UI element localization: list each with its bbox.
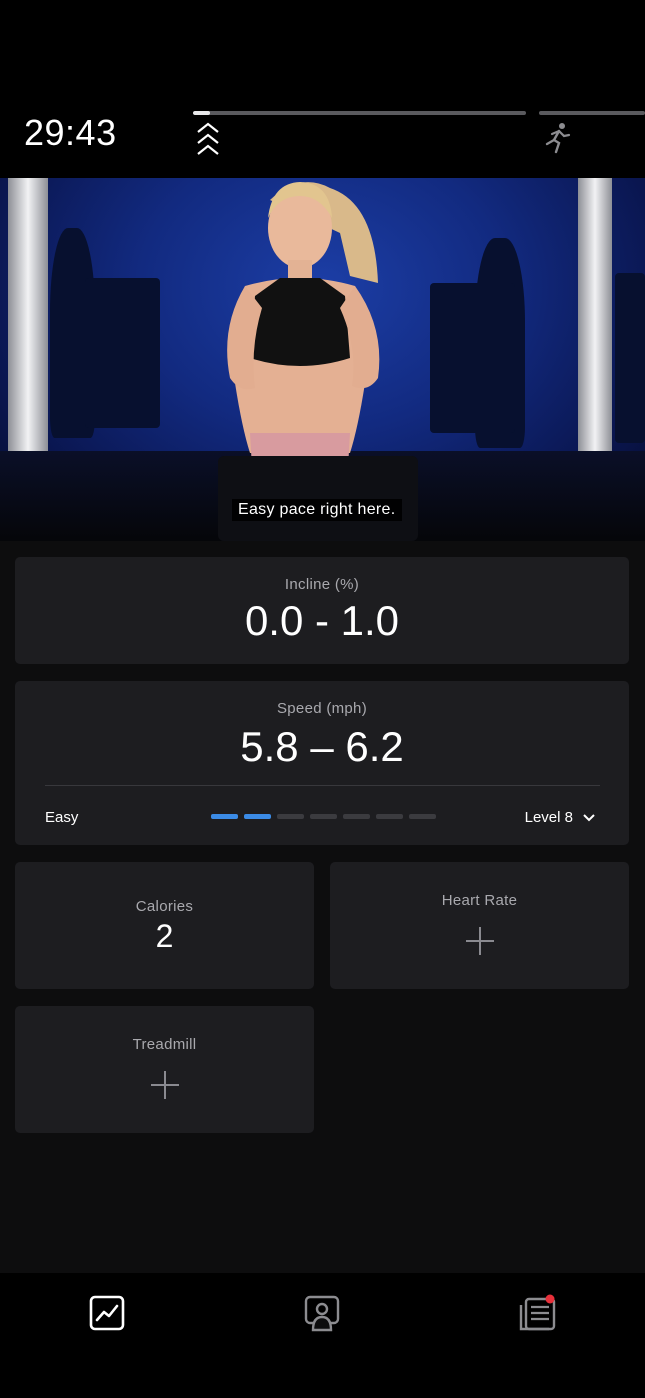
- treadmill-card[interactable]: Treadmill: [15, 1006, 314, 1133]
- difficulty-meter: [211, 814, 436, 819]
- level-selector[interactable]: Level 8: [525, 809, 595, 826]
- instructor-view-icon[interactable]: [302, 1293, 342, 1333]
- difficulty-segment: [244, 814, 271, 819]
- running-icon: [545, 123, 571, 154]
- level-label: Level 8: [524, 809, 573, 826]
- speed-label: Speed (mph): [276, 700, 367, 717]
- background-treadmill: [615, 273, 645, 443]
- incline-card: Incline (%) 0.0 - 1.0: [15, 557, 629, 664]
- difficulty-label: Easy: [45, 809, 79, 826]
- difficulty-segment: [277, 814, 304, 819]
- difficulty-segment: [409, 814, 436, 819]
- add-heart-rate-icon[interactable]: [466, 927, 494, 955]
- speed-card: Speed (mph) 5.8 – 6.2 Easy Level 8: [15, 681, 629, 845]
- class-video[interactable]: Easy pace right here.: [0, 178, 645, 541]
- workout-header: 29:43: [0, 0, 645, 178]
- speed-value: 5.8 – 6.2: [240, 723, 404, 770]
- bottom-navigation: [0, 1273, 645, 1398]
- elapsed-timer: 29:43: [24, 112, 117, 153]
- treadmill-label: Treadmill: [132, 1036, 197, 1053]
- instructor: [218, 182, 418, 541]
- segment-progress-bar: [193, 111, 526, 115]
- background-treadmill: [430, 283, 515, 433]
- calories-value: 2: [155, 918, 174, 954]
- video-caption: Easy pace right here.: [232, 499, 402, 521]
- difficulty-segment: [310, 814, 337, 819]
- heart-rate-card[interactable]: Heart Rate: [330, 862, 629, 989]
- difficulty-segment: [343, 814, 370, 819]
- chevron-down-icon: [583, 813, 595, 821]
- calories-label: Calories: [135, 898, 194, 915]
- next-segment-bar: [539, 111, 645, 115]
- calories-card: Calories 2: [15, 862, 314, 989]
- incline-label: Incline (%): [284, 576, 360, 593]
- class-details-icon[interactable]: [517, 1293, 557, 1333]
- metrics-icon[interactable]: [87, 1293, 127, 1333]
- notification-dot: [545, 1294, 555, 1304]
- difficulty-segment: [376, 814, 403, 819]
- difficulty-segment: [211, 814, 238, 819]
- background-treadmill: [85, 278, 160, 428]
- add-treadmill-icon[interactable]: [151, 1071, 179, 1099]
- heart-rate-label: Heart Rate: [441, 892, 518, 909]
- speed-divider: [45, 785, 600, 786]
- triple-chevron-up-icon[interactable]: [194, 120, 222, 160]
- segment-progress-fill: [193, 111, 210, 115]
- incline-value: 0.0 - 1.0: [244, 597, 400, 644]
